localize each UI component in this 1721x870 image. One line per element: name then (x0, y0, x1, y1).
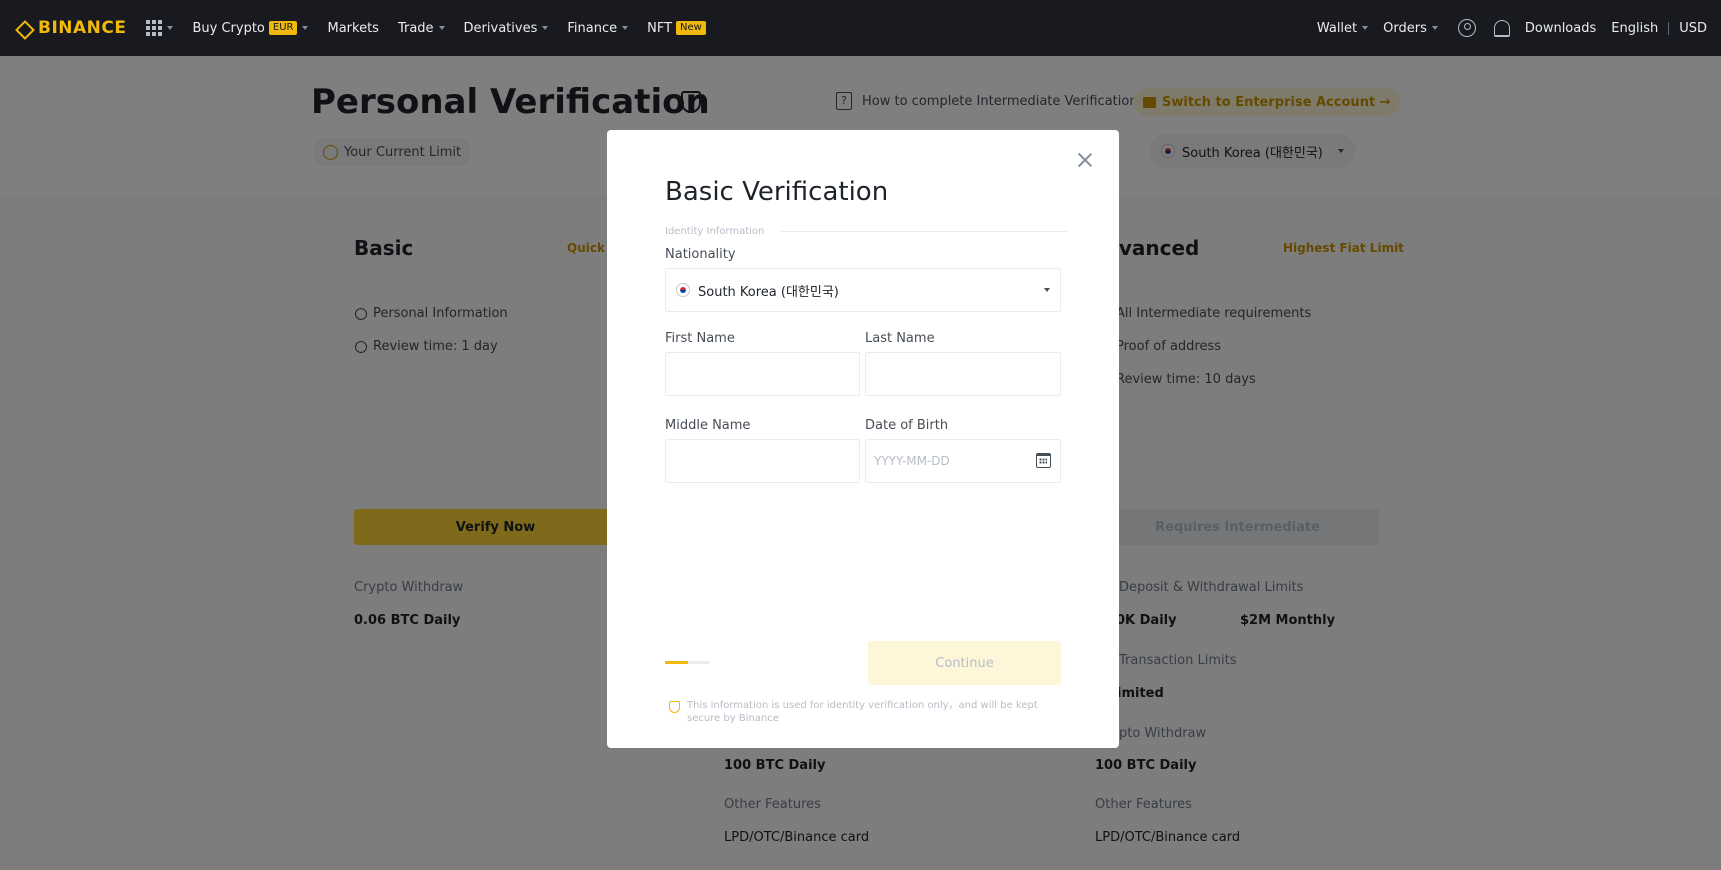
dob-input[interactable] (866, 440, 1060, 482)
apps-grid-icon[interactable] (146, 20, 163, 36)
binance-logo[interactable]: BINANCE (14, 18, 126, 38)
nav-derivatives-label: Derivatives (463, 20, 538, 36)
last-name-input[interactable] (866, 353, 1060, 395)
nationality-value: South Korea (대한민국) (698, 284, 839, 300)
first-name-label: First Name (665, 331, 735, 346)
bell-icon[interactable] (1493, 19, 1510, 37)
top-nav: BINANCE Buy Crypto EUR Markets Trade Der… (0, 0, 1721, 56)
chevron-down-icon (1362, 26, 1369, 30)
last-name-field[interactable] (865, 352, 1061, 396)
chevron-down-icon (1431, 26, 1438, 30)
brand-name: BINANCE (38, 18, 127, 38)
first-name-input[interactable] (666, 353, 859, 395)
modal-title: Basic Verification (665, 177, 889, 207)
basic-verification-modal: Basic Verification Identity Information … (607, 130, 1119, 748)
shield-check-icon (669, 701, 680, 713)
nav-trade[interactable]: Trade (398, 21, 445, 36)
nav-downloads[interactable]: Downloads (1525, 21, 1596, 36)
nav-buy-crypto-label: Buy Crypto (192, 20, 265, 36)
nav-finance-label: Finance (567, 20, 618, 36)
nav-currency[interactable]: USD (1679, 21, 1707, 36)
nav-markets[interactable]: Markets (327, 21, 378, 36)
middle-name-label: Middle Name (665, 418, 751, 433)
middle-name-input[interactable] (666, 440, 859, 482)
nav-nft-label: NFT (647, 20, 673, 36)
chevron-down-icon (1044, 288, 1050, 292)
chevron-down-icon (542, 26, 549, 30)
nationality-select[interactable]: South Korea (대한민국) (665, 268, 1061, 312)
last-name-label: Last Name (865, 331, 935, 346)
nav-wallet[interactable]: Wallet (1316, 20, 1369, 36)
nav-orders-label: Orders (1383, 20, 1427, 36)
chevron-down-icon (622, 26, 629, 30)
first-name-field[interactable] (665, 352, 860, 396)
apps-caret-icon (167, 26, 174, 30)
dob-field[interactable] (865, 439, 1061, 483)
nav-nft[interactable]: NFT New (647, 21, 706, 36)
chevron-down-icon (302, 26, 309, 30)
dob-label: Date of Birth (865, 418, 949, 433)
user-profile-icon[interactable] (1457, 19, 1476, 37)
secure-note: This information is used for identity ve… (687, 700, 1038, 724)
nav-markets-label: Markets (327, 20, 379, 36)
chevron-down-icon (438, 26, 445, 30)
nav-buy-crypto[interactable]: Buy Crypto EUR (192, 20, 309, 36)
eur-badge: EUR (268, 21, 298, 35)
identity-section-label: Identity Information (665, 226, 765, 237)
step-progress (665, 661, 710, 664)
continue-button[interactable]: Continue (868, 641, 1061, 685)
nav-derivatives[interactable]: Derivatives (464, 21, 549, 36)
step-progress-fill (665, 661, 688, 664)
new-badge: New (676, 21, 706, 35)
section-divider (781, 231, 1067, 232)
nationality-label: Nationality (665, 247, 736, 262)
calendar-icon[interactable] (1036, 453, 1051, 468)
nav-trade-label: Trade (397, 20, 434, 36)
binance-logo-icon (14, 19, 32, 37)
close-icon[interactable] (1077, 152, 1093, 168)
nav-right: Wallet Orders Downloads English USD (1302, 19, 1707, 37)
nav-language[interactable]: English (1611, 21, 1658, 36)
divider (1668, 21, 1670, 35)
nav-wallet-label: Wallet (1316, 20, 1358, 36)
middle-name-field[interactable] (665, 439, 860, 483)
nav-orders[interactable]: Orders (1383, 21, 1438, 36)
nav-finance[interactable]: Finance (567, 20, 629, 36)
korea-flag-icon (676, 283, 690, 297)
